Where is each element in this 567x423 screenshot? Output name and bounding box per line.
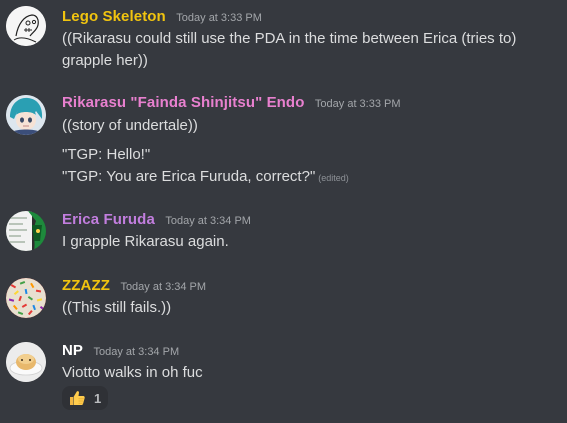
message-header: Rikarasu "Fainda Shinjitsu" Endo Today a… <box>62 94 401 112</box>
message-header: ZZAZZ Today at 3:34 PM <box>62 277 206 295</box>
avatar[interactable] <box>6 342 46 382</box>
timestamp: Today at 3:33 PM <box>176 12 262 24</box>
username[interactable]: Erica Furuda <box>62 211 155 228</box>
skeleton-avatar-icon <box>6 6 46 46</box>
message-text: ((This still fails.)) <box>62 299 172 316</box>
message-text: ((Rikarasu could still use the PDA in th… <box>62 30 517 47</box>
sprinkles-avatar-icon <box>6 278 46 318</box>
timestamp: Today at 3:34 PM <box>120 281 207 293</box>
username[interactable]: NP <box>62 342 83 359</box>
message-header: Erica Furuda Today at 3:34 PM <box>62 211 251 229</box>
avatar[interactable] <box>6 278 46 318</box>
edited-label: (edited) <box>318 173 349 183</box>
anime-avatar-icon <box>6 95 46 135</box>
username[interactable]: ZZAZZ <box>62 277 110 294</box>
timestamp: Today at 3:33 PM <box>314 98 401 110</box>
message-text: Viotto walks in oh fuc <box>62 364 203 381</box>
food-avatar-icon <box>6 342 46 382</box>
chat-messages: Lego Skeleton Today at 3:33 PM ((Rikaras… <box>0 0 567 423</box>
message-text: "TGP: Hello!" <box>62 146 151 163</box>
message-header: NP Today at 3:34 PM <box>62 342 179 360</box>
timestamp: Today at 3:34 PM <box>93 346 180 358</box>
avatar[interactable] <box>6 6 46 46</box>
username[interactable]: Lego Skeleton <box>62 8 166 25</box>
username[interactable]: Rikarasu "Fainda Shinjitsu" Endo <box>62 94 304 111</box>
message-text-content: "TGP: You are Erica Furuda, correct?" <box>62 168 316 185</box>
reaction-button[interactable]: 1 <box>62 386 109 410</box>
message-header: Lego Skeleton Today at 3:33 PM <box>62 8 262 26</box>
thumbs-up-icon <box>70 391 85 405</box>
avatar[interactable] <box>6 95 46 135</box>
reaction-count: 1 <box>94 390 102 406</box>
character-avatar-icon <box>6 211 46 251</box>
message-text: I grapple Rikarasu again. <box>62 233 229 250</box>
message-text: ((story of undertale)) <box>62 117 198 134</box>
avatar[interactable] <box>6 211 46 251</box>
timestamp: Today at 3:34 PM <box>165 215 251 227</box>
message-text: grapple her)) <box>62 52 148 69</box>
message-text: "TGP: You are Erica Furuda, correct?" (ed… <box>62 166 349 189</box>
